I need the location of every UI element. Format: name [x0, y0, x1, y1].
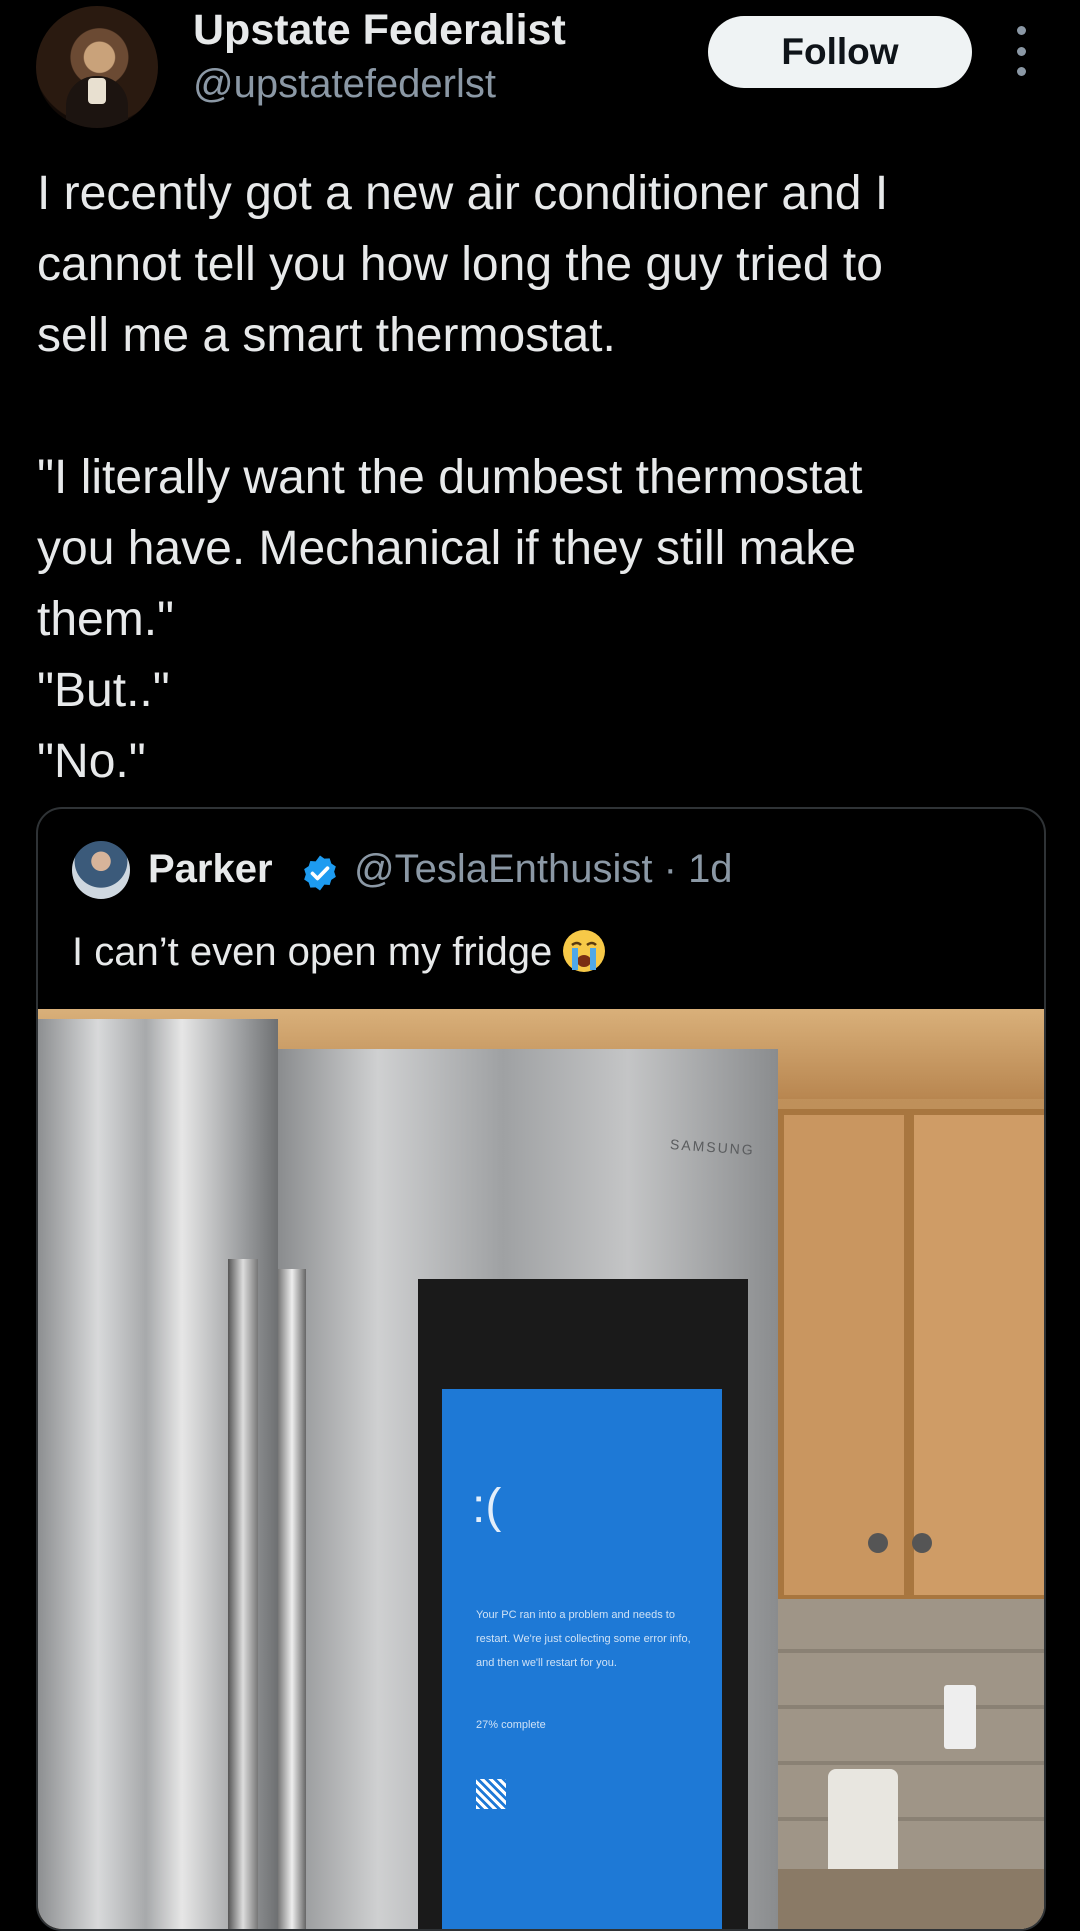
- kitchen-cabinet-door: [778, 1109, 910, 1601]
- post-header: Upstate Federalist @upstatefederlst Foll…: [0, 0, 1080, 130]
- author-avatar[interactable]: [36, 6, 158, 128]
- bsod-message: Your PC ran into a problem and needs to …: [476, 1609, 691, 1669]
- post-text-line: cannot tell you how long the guy tried t…: [37, 238, 883, 291]
- more-options-icon[interactable]: [1008, 26, 1034, 76]
- bsod-sad-face: :(: [472, 1480, 502, 1533]
- kitchen-cabinet-door: [908, 1109, 1044, 1601]
- post-text-line: "No.": [37, 735, 146, 788]
- post-text-line: "I literally want the dumbest thermostat: [37, 451, 863, 504]
- post-text-line: I recently got a new air conditioner and…: [37, 167, 889, 220]
- loudly-crying-face-icon: [563, 930, 606, 972]
- post-text-line: them.": [37, 593, 175, 646]
- quoted-post-text-content: I can’t even open my fridge: [72, 930, 553, 974]
- quoted-post-text: I can’t even open my fridge: [72, 927, 608, 975]
- quoted-author-name[interactable]: Parker: [148, 847, 273, 892]
- fridge-handle: [228, 1259, 258, 1929]
- kitchen-counter: [778, 1869, 1044, 1929]
- bsod-qr-code-icon: [476, 1779, 506, 1809]
- follow-button[interactable]: Follow: [708, 16, 972, 88]
- cabinet-knob: [868, 1533, 888, 1553]
- post-text: I recently got a new air conditioner and…: [37, 158, 1047, 797]
- cabinet-knob: [912, 1533, 932, 1553]
- post-text-line: sell me a smart thermostat.: [37, 309, 616, 362]
- post-text-line: you have. Mechanical if they still make: [37, 522, 857, 575]
- avatar-portrait-collar: [88, 78, 106, 104]
- fridge-handle: [278, 1269, 306, 1929]
- bsod-progress: 27% complete: [476, 1719, 546, 1731]
- author-handle[interactable]: @upstatefederlst: [193, 62, 496, 107]
- quoted-post-photo[interactable]: SAMSUNG :( Your PC ran into a problem an…: [38, 1009, 1044, 1929]
- quoted-author-handle-time[interactable]: @TeslaEnthusist · 1d: [354, 847, 733, 892]
- fridge-blue-screen: :( Your PC ran into a problem and needs …: [442, 1389, 722, 1929]
- verified-badge-icon: [304, 855, 336, 891]
- post-text-line: "But..": [37, 664, 170, 717]
- quoted-author-avatar[interactable]: [72, 841, 130, 899]
- author-name[interactable]: Upstate Federalist: [193, 6, 566, 55]
- wall-outlet: [944, 1685, 976, 1749]
- quoted-post-card[interactable]: Parker @TeslaEnthusist · 1d I can’t even…: [36, 807, 1046, 1931]
